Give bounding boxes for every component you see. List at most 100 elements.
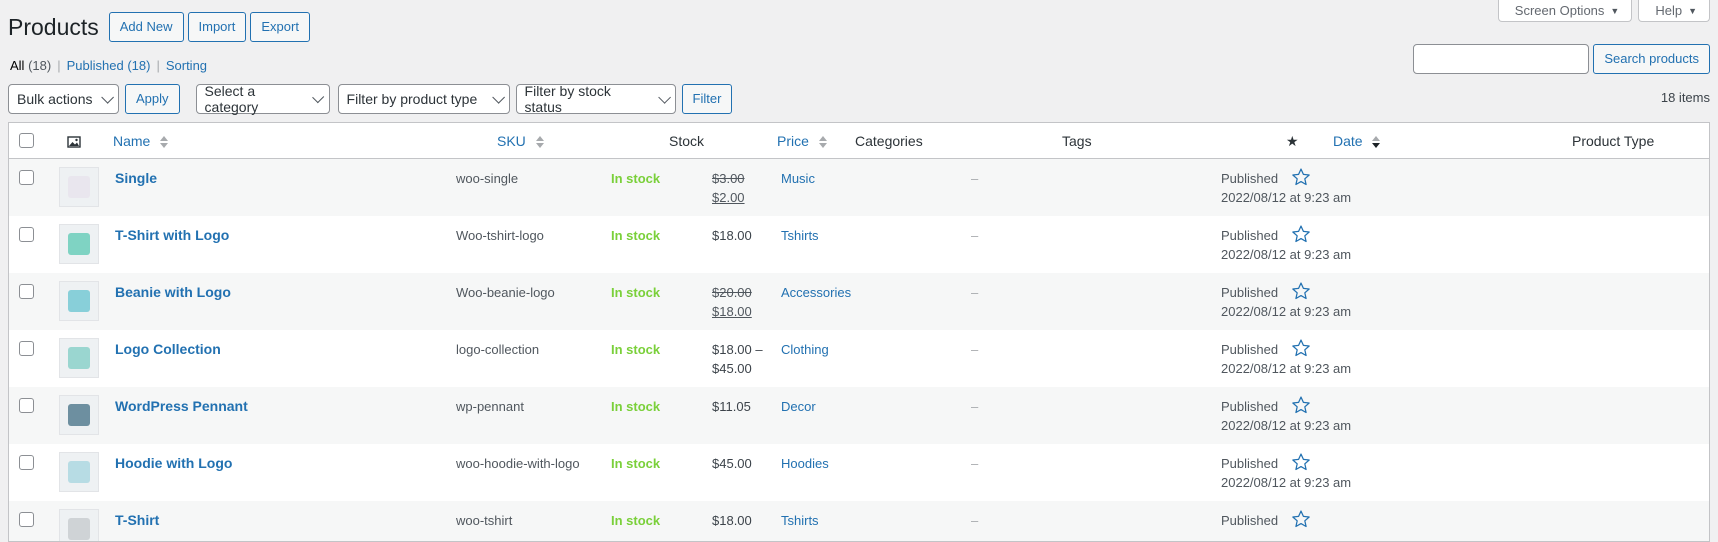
publish-date: 2022/08/12 at 9:23 am — [1221, 361, 1352, 376]
price-regular: $3.00 — [712, 171, 745, 186]
view-all[interactable]: All (18) — [10, 58, 51, 73]
price-cell: $11.05 — [712, 397, 751, 416]
view-all-label[interactable]: All — [10, 58, 24, 73]
category-link[interactable]: Clothing — [781, 342, 829, 357]
caret-down-icon: ▼ — [1610, 5, 1620, 16]
date-cell: Published — [1221, 511, 1278, 530]
product-name-link[interactable]: WordPress Pennant — [115, 398, 248, 414]
view-sorting[interactable]: Sorting — [166, 58, 207, 73]
price-value: $45.00 — [712, 456, 752, 471]
category-link[interactable]: Accessories — [781, 285, 851, 300]
product-name-link[interactable]: Hoodie with Logo — [115, 455, 232, 471]
product-image — [68, 518, 90, 540]
divider: | — [57, 58, 61, 73]
price-cell: $20.00 $18.00 — [712, 283, 752, 321]
table-row: Beanie with Logo Woo-beanie-logo In stock $… — [9, 273, 1709, 330]
import-button[interactable]: Import — [187, 12, 247, 42]
product-type-select[interactable]: Filter by product type — [337, 84, 510, 114]
export-button[interactable]: Export — [250, 12, 310, 42]
publish-date: 2022/08/12 at 9:23 am — [1221, 304, 1352, 319]
view-all-count: (18) — [28, 58, 52, 73]
product-name-link[interactable]: Single — [115, 170, 157, 186]
product-thumbnail[interactable] — [59, 167, 99, 207]
product-name-cell: Logo Collection — [115, 340, 221, 359]
product-thumbnail[interactable] — [59, 395, 99, 435]
product-image — [68, 290, 90, 312]
price-sale: $2.00 — [712, 190, 745, 205]
product-name-link[interactable]: Beanie with Logo — [115, 284, 231, 300]
publish-date: 2022/08/12 at 9:23 am — [1221, 418, 1352, 433]
column-date[interactable]: Date — [1333, 123, 1381, 159]
sku-cell: wp-pennant — [456, 399, 524, 414]
view-sorting-label[interactable]: Sorting — [166, 58, 207, 73]
view-published-count[interactable]: (18) — [127, 58, 150, 73]
category-link[interactable]: Tshirts — [781, 513, 819, 528]
column-name[interactable]: Name — [113, 123, 169, 159]
publish-status: Published — [1221, 513, 1279, 528]
stock-status: In stock — [611, 456, 661, 471]
category-cell: Tshirts — [781, 511, 819, 530]
product-thumbnail[interactable] — [59, 281, 99, 321]
product-thumbnail[interactable] — [59, 224, 99, 264]
filter-button[interactable]: Filter — [681, 84, 733, 114]
publish-status: Published — [1221, 456, 1279, 471]
divider: | — [156, 58, 160, 73]
product-name-link[interactable]: Logo Collection — [115, 341, 221, 357]
date-cell: Published 2022/08/12 at 9:23 am — [1221, 397, 1351, 435]
chevron-down-icon — [657, 90, 671, 104]
featured-star-icon[interactable]: ★ — [1286, 123, 1299, 159]
product-thumbnail[interactable] — [59, 452, 99, 492]
apply-button[interactable]: Apply — [125, 84, 180, 114]
column-sku[interactable]: SKU — [497, 123, 544, 159]
page-title: Products — [8, 14, 99, 40]
column-name-label[interactable]: Name — [113, 133, 150, 149]
category-cell: Clothing — [781, 340, 829, 359]
product-name-cell: Single — [115, 169, 157, 188]
row-checkbox[interactable] — [19, 398, 34, 418]
column-sku-label[interactable]: SKU — [497, 133, 526, 149]
select-all-checkbox[interactable] — [19, 133, 34, 148]
sort-icon — [160, 136, 169, 149]
product-thumbnail[interactable] — [59, 509, 99, 541]
product-name-link[interactable]: T-Shirt — [115, 512, 159, 528]
add-new-button[interactable]: Add New — [108, 12, 184, 42]
sku-cell: logo-collection — [456, 342, 540, 357]
category-link[interactable]: Decor — [781, 399, 816, 414]
column-price[interactable]: Price — [777, 123, 827, 159]
price-cell: $18.00 – $45.00 — [712, 340, 763, 378]
column-price-label[interactable]: Price — [777, 133, 809, 149]
stock-status: In stock — [611, 342, 661, 357]
row-checkbox[interactable] — [19, 512, 34, 532]
row-checkbox[interactable] — [19, 341, 34, 361]
status-views: All (18) | Published (18) | Sorting — [10, 58, 207, 73]
date-cell: Published 2022/08/12 at 9:23 am — [1221, 454, 1351, 492]
product-thumbnail[interactable] — [59, 338, 99, 378]
column-date-label[interactable]: Date — [1333, 133, 1363, 149]
view-published-label[interactable]: Published — [67, 58, 124, 73]
row-checkbox[interactable] — [19, 455, 34, 475]
view-published[interactable]: Published (18) — [67, 58, 151, 73]
product-name-link[interactable]: T-Shirt with Logo — [115, 227, 229, 243]
category-select[interactable]: Select a category — [195, 83, 330, 115]
row-checkbox[interactable] — [19, 284, 34, 304]
date-cell: Published 2022/08/12 at 9:23 am — [1221, 169, 1351, 207]
featured-star-icon[interactable] — [1291, 509, 1311, 532]
row-checkbox[interactable] — [19, 170, 34, 190]
category-cell: Accessories — [781, 283, 851, 302]
row-checkbox[interactable] — [19, 227, 34, 247]
search-input[interactable] — [1413, 44, 1590, 74]
table-row: WordPress Pennant wp-pennant In stock $11.0… — [9, 387, 1709, 444]
search-products-button[interactable]: Search products — [1593, 44, 1710, 74]
publish-status: Published — [1221, 285, 1279, 300]
category-link[interactable]: Tshirts — [781, 228, 819, 243]
stock-status: In stock — [611, 399, 661, 414]
category-cell: Decor — [781, 397, 816, 416]
category-link[interactable]: Music — [781, 171, 815, 186]
bulk-actions-select[interactable]: Bulk actions — [8, 84, 119, 114]
publish-status: Published — [1221, 342, 1279, 357]
screen-options-button[interactable]: Screen Options ▼ — [1497, 0, 1633, 22]
help-button[interactable]: Help ▼ — [1638, 0, 1710, 22]
column-tags: Tags — [1062, 133, 1092, 149]
stock-status-select[interactable]: Filter by stock status — [515, 83, 676, 115]
category-link[interactable]: Hoodies — [781, 456, 829, 471]
